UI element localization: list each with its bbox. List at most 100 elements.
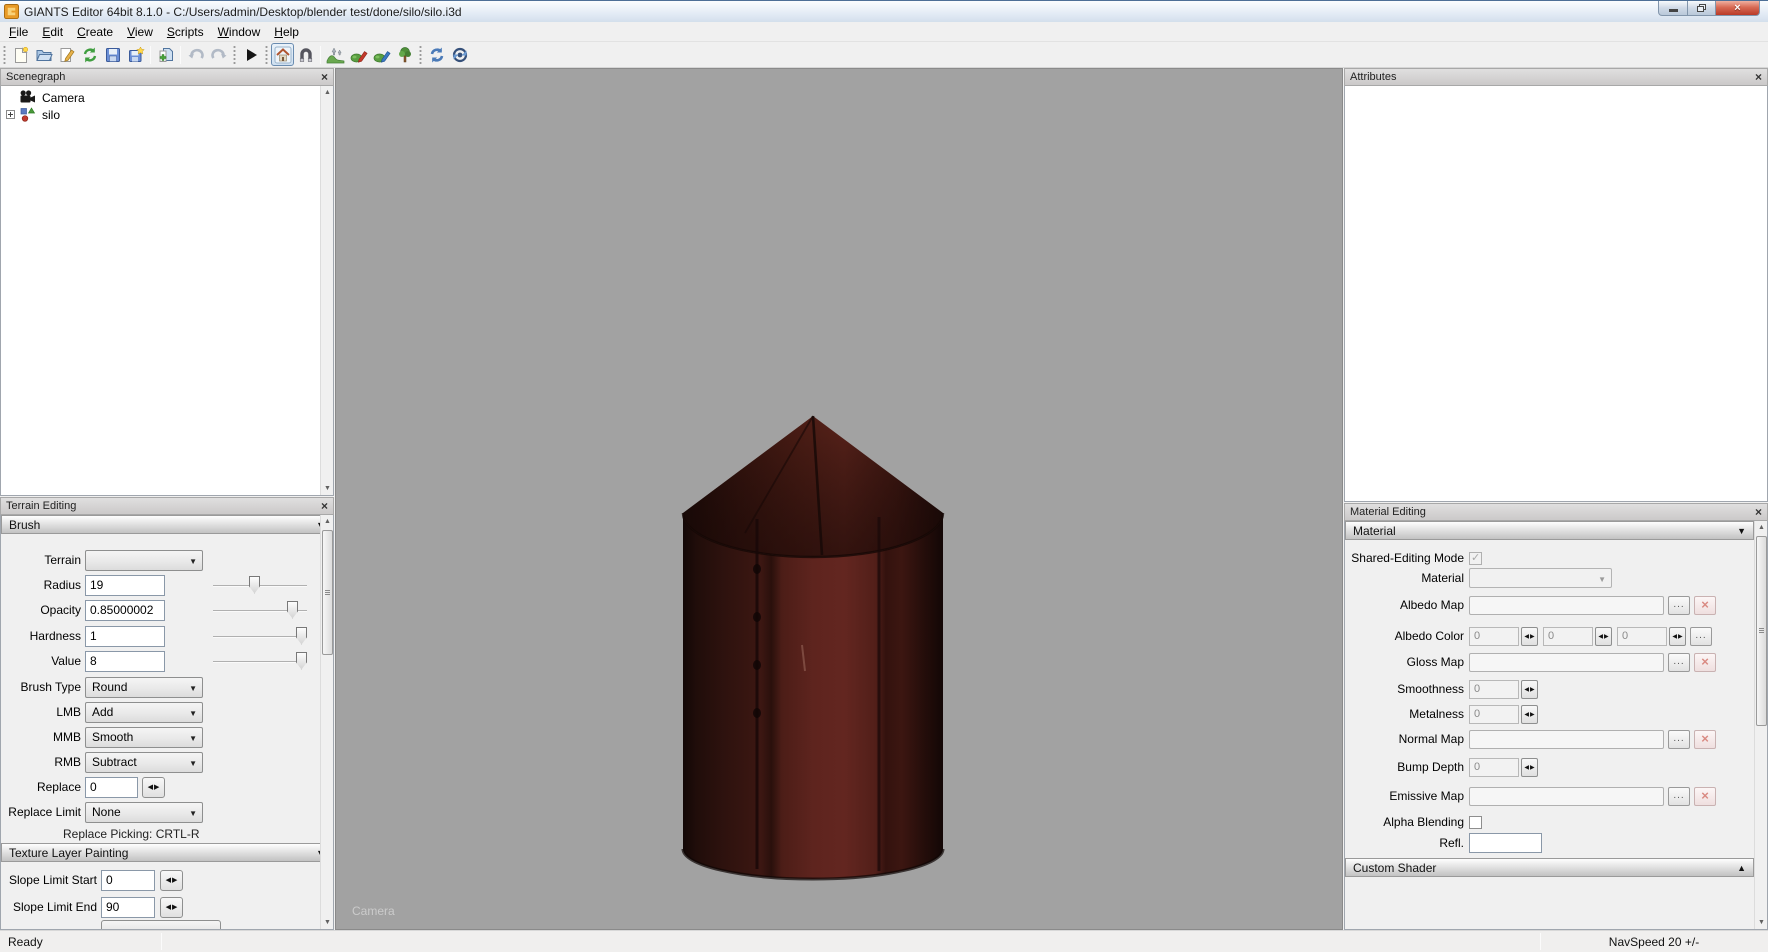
viewport-3d[interactable]: Camera <box>335 68 1343 930</box>
terrain-sculpt-button[interactable] <box>324 43 347 66</box>
custom-shader-header[interactable]: Custom Shader ▲ <box>1345 858 1754 877</box>
radius-slider-thumb[interactable] <box>249 576 260 594</box>
albedo-color-picker-button[interactable]: ... <box>1690 627 1712 646</box>
hardness-input[interactable] <box>85 626 165 647</box>
export-button[interactable] <box>124 43 147 66</box>
toolbar-drag-handle[interactable] <box>418 46 423 64</box>
stepper-left-icon[interactable]: ◀ <box>1524 633 1529 640</box>
expand-icon[interactable] <box>6 110 15 119</box>
albedo-color-g-field[interactable]: 0 <box>1543 627 1593 646</box>
metalness-stepper[interactable]: ◀▶ <box>1521 705 1538 724</box>
tree-brush-button[interactable] <box>393 43 416 66</box>
smoothness-field[interactable]: 0 <box>1469 680 1519 699</box>
terrain-editing-header[interactable]: Terrain Editing × <box>0 497 334 515</box>
bump-depth-field[interactable]: 0 <box>1469 758 1519 777</box>
maximize-button[interactable] <box>1688 1 1716 16</box>
reload-textures-button[interactable] <box>425 43 448 66</box>
hardness-slider[interactable] <box>213 626 307 647</box>
albedo-color-b-stepper[interactable]: ◀▶ <box>1669 627 1686 646</box>
scenegraph-item-camera[interactable]: Camera <box>1 89 333 106</box>
gloss-map-field[interactable] <box>1469 653 1664 672</box>
menu-file[interactable]: File <box>2 23 35 41</box>
alpha-blending-checkbox[interactable] <box>1469 816 1482 829</box>
close-panel-icon[interactable]: × <box>1755 72 1762 82</box>
stepper-right-icon[interactable]: ▶ <box>172 876 177 884</box>
redo-button[interactable] <box>207 43 230 66</box>
import-button[interactable] <box>154 43 177 66</box>
refl-input[interactable] <box>1469 833 1542 853</box>
shared-editing-mode-checkbox[interactable] <box>1469 552 1482 565</box>
terrain-foliage-button[interactable] <box>370 43 393 66</box>
snap-tool-button[interactable] <box>294 43 317 66</box>
slope-limit-start-input[interactable] <box>101 870 155 891</box>
stepper-left-icon[interactable]: ◀ <box>1672 633 1677 640</box>
stepper-left-icon[interactable]: ◀ <box>1524 711 1529 718</box>
normal-map-clear-button[interactable]: × <box>1694 730 1716 749</box>
albedo-color-r-stepper[interactable]: ◀▶ <box>1521 627 1538 646</box>
value-slider[interactable] <box>213 651 307 672</box>
value-slider-thumb[interactable] <box>296 652 307 670</box>
stepper-right-icon[interactable]: ▶ <box>1604 633 1609 640</box>
save-button[interactable] <box>101 43 124 66</box>
scroll-down-icon[interactable]: ▼ <box>321 482 334 495</box>
radius-input[interactable] <box>85 575 165 596</box>
scroll-up-icon[interactable]: ▲ <box>1755 521 1768 534</box>
terrain-dropdown[interactable]: ▼ <box>85 550 203 571</box>
scroll-up-icon[interactable]: ▲ <box>321 86 334 99</box>
menu-scripts[interactable]: Scripts <box>160 23 211 41</box>
emissive-map-browse-button[interactable]: ... <box>1668 787 1690 806</box>
material-scrollbar[interactable]: ▲ ▼ <box>1754 521 1767 929</box>
emissive-map-field[interactable] <box>1469 787 1664 806</box>
hardness-slider-thumb[interactable] <box>296 627 307 645</box>
scroll-down-icon[interactable]: ▼ <box>321 916 334 929</box>
albedo-color-r-field[interactable]: 0 <box>1469 627 1519 646</box>
title-bar[interactable]: GIANTS Editor 64bit 8.1.0 - C:/Users/adm… <box>0 0 1768 22</box>
albedo-map-field[interactable] <box>1469 596 1664 615</box>
stepper-left-icon[interactable]: ◀ <box>1524 686 1529 693</box>
metalness-field[interactable]: 0 <box>1469 705 1519 724</box>
terrain-paint-button[interactable] <box>347 43 370 66</box>
replace-input[interactable] <box>85 777 138 798</box>
slope-limit-end-stepper[interactable]: ◀▶ <box>160 897 183 918</box>
recompute-lighting-button[interactable] <box>448 43 471 66</box>
scenegraph-header[interactable]: Scenegraph × <box>0 68 334 86</box>
material-dropdown[interactable]: ▼ <box>1469 568 1612 588</box>
play-button[interactable] <box>239 43 262 66</box>
minimize-button[interactable] <box>1658 1 1688 16</box>
normal-map-browse-button[interactable]: ... <box>1668 730 1690 749</box>
gloss-map-clear-button[interactable]: × <box>1694 653 1716 672</box>
new-file-button[interactable] <box>9 43 32 66</box>
opacity-slider-thumb[interactable] <box>287 601 298 619</box>
menu-help[interactable]: Help <box>267 23 306 41</box>
brush-type-dropdown[interactable]: Round ▼ <box>85 677 203 698</box>
toolbar-drag-handle[interactable] <box>232 46 237 64</box>
scenegraph-item-silo[interactable]: silo <box>1 106 333 123</box>
stepper-left-icon[interactable]: ◀ <box>1524 764 1529 771</box>
albedo-map-clear-button[interactable]: × <box>1694 596 1716 615</box>
bump-depth-stepper[interactable]: ◀▶ <box>1521 758 1538 777</box>
slope-limit-end-input[interactable] <box>101 897 155 918</box>
material-editing-header[interactable]: Material Editing × <box>1344 503 1768 521</box>
toolbar-drag-handle[interactable] <box>2 46 7 64</box>
menu-create[interactable]: Create <box>70 23 120 41</box>
reload-button[interactable] <box>78 43 101 66</box>
terrain-scrollbar[interactable]: ▲ ▼ <box>320 515 333 929</box>
replace-stepper[interactable]: ◀▶ <box>142 777 165 798</box>
stepper-right-icon[interactable]: ▶ <box>1530 764 1535 771</box>
brush-section-header[interactable]: Brush ▼ <box>1 515 333 534</box>
mmb-dropdown[interactable]: Smooth ▼ <box>85 727 203 748</box>
replace-limit-dropdown[interactable]: None ▼ <box>85 802 203 823</box>
radius-slider[interactable] <box>213 575 307 596</box>
open-file-button[interactable] <box>32 43 55 66</box>
scenegraph-scrollbar[interactable]: ▲ ▼ <box>320 86 333 495</box>
close-panel-icon[interactable]: × <box>321 72 328 82</box>
stepper-right-icon[interactable]: ▶ <box>1530 633 1535 640</box>
undo-button[interactable] <box>184 43 207 66</box>
menu-view[interactable]: View <box>120 23 160 41</box>
silo-3d-object[interactable] <box>336 69 1342 929</box>
gloss-map-browse-button[interactable]: ... <box>1668 653 1690 672</box>
stepper-right-icon[interactable]: ▶ <box>1530 686 1535 693</box>
opacity-slider[interactable] <box>213 600 307 621</box>
lmb-dropdown[interactable]: Add ▼ <box>85 702 203 723</box>
stepper-left-icon[interactable]: ◀ <box>166 903 171 911</box>
